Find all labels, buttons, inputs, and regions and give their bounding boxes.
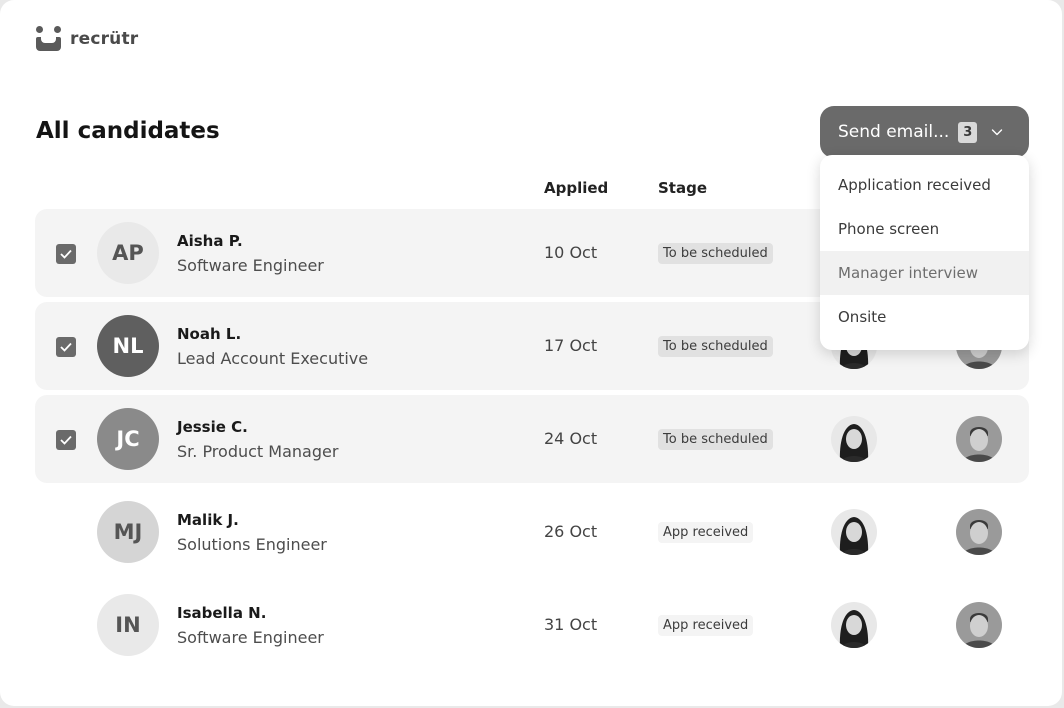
interviewer-avatar	[956, 509, 1002, 555]
candidate-role: Software Engineer	[177, 628, 324, 647]
column-header-applied[interactable]: Applied	[544, 179, 608, 197]
avatar: IN	[97, 594, 159, 656]
dropdown-item-application-received[interactable]: Application received	[820, 163, 1029, 207]
checkmark-icon	[60, 249, 72, 259]
logo-icon	[36, 26, 62, 52]
candidate-name[interactable]: Isabella N.	[177, 604, 266, 622]
candidate-row[interactable]: IN Isabella N. Software Engineer 31 Oct …	[35, 581, 1029, 669]
logo-text: recrütr	[70, 29, 139, 49]
dropdown-item-manager-interview[interactable]: Manager interview	[820, 251, 1029, 295]
candidate-role: Solutions Engineer	[177, 535, 327, 554]
woman-portrait-icon	[839, 517, 869, 555]
candidate-role: Sr. Product Manager	[177, 442, 339, 461]
man-portrait-icon	[962, 427, 996, 462]
send-email-button[interactable]: Send email... 3	[820, 106, 1029, 158]
woman-portrait-icon	[839, 610, 869, 648]
chevron-down-icon	[992, 129, 1003, 136]
checkmark-icon	[60, 342, 72, 352]
avatar: AP	[97, 222, 159, 284]
dropdown-item-phone-screen[interactable]: Phone screen	[820, 207, 1029, 251]
interviewer-avatar	[831, 509, 877, 555]
applied-date: 17 Oct	[544, 336, 598, 355]
candidate-name[interactable]: Malik J.	[177, 511, 239, 529]
row-checkbox[interactable]	[56, 430, 76, 450]
man-portrait-icon	[962, 520, 996, 555]
selected-count-badge: 3	[958, 121, 978, 143]
avatar: NL	[97, 315, 159, 377]
row-checkbox[interactable]	[56, 244, 76, 264]
candidate-row[interactable]: JC Jessie C. Sr. Product Manager 24 Oct …	[35, 395, 1029, 483]
avatar: MJ	[97, 501, 159, 563]
applied-date: 24 Oct	[544, 429, 598, 448]
row-checkbox[interactable]	[56, 337, 76, 357]
candidate-role: Software Engineer	[177, 256, 324, 275]
candidate-name[interactable]: Aisha P.	[177, 232, 243, 250]
woman-portrait-icon	[839, 424, 869, 462]
candidate-role: Lead Account Executive	[177, 349, 369, 368]
applied-date: 10 Oct	[544, 243, 598, 262]
logo: recrütr	[36, 26, 138, 52]
stage-badge: To be scheduled	[658, 429, 773, 450]
stage-badge: To be scheduled	[658, 336, 773, 357]
man-portrait-icon	[962, 613, 996, 648]
applied-date: 31 Oct	[544, 615, 598, 634]
interviewer-avatar	[956, 416, 1002, 462]
email-template-dropdown: Application received Phone screen Manage…	[820, 155, 1029, 350]
checkmark-icon	[60, 435, 72, 445]
send-email-label: Send email...	[838, 122, 950, 142]
stage-badge: App received	[658, 615, 754, 636]
candidate-row[interactable]: MJ Malik J. Solutions Engineer 26 Oct Ap…	[35, 488, 1029, 576]
interviewer-avatar	[831, 602, 877, 648]
stage-badge: To be scheduled	[658, 243, 773, 264]
column-header-stage[interactable]: Stage	[658, 179, 707, 197]
stage-badge: App received	[658, 522, 754, 543]
applied-date: 26 Oct	[544, 522, 598, 541]
avatar: JC	[97, 408, 159, 470]
app-card: recrütr All candidates Send email... 3 A…	[0, 0, 1062, 706]
interviewer-avatar	[831, 416, 877, 462]
candidate-name[interactable]: Noah L.	[177, 325, 241, 343]
dropdown-item-onsite[interactable]: Onsite	[820, 295, 1029, 339]
page-title: All candidates	[36, 118, 220, 144]
interviewer-avatar	[956, 602, 1002, 648]
candidate-name[interactable]: Jessie C.	[177, 418, 248, 436]
